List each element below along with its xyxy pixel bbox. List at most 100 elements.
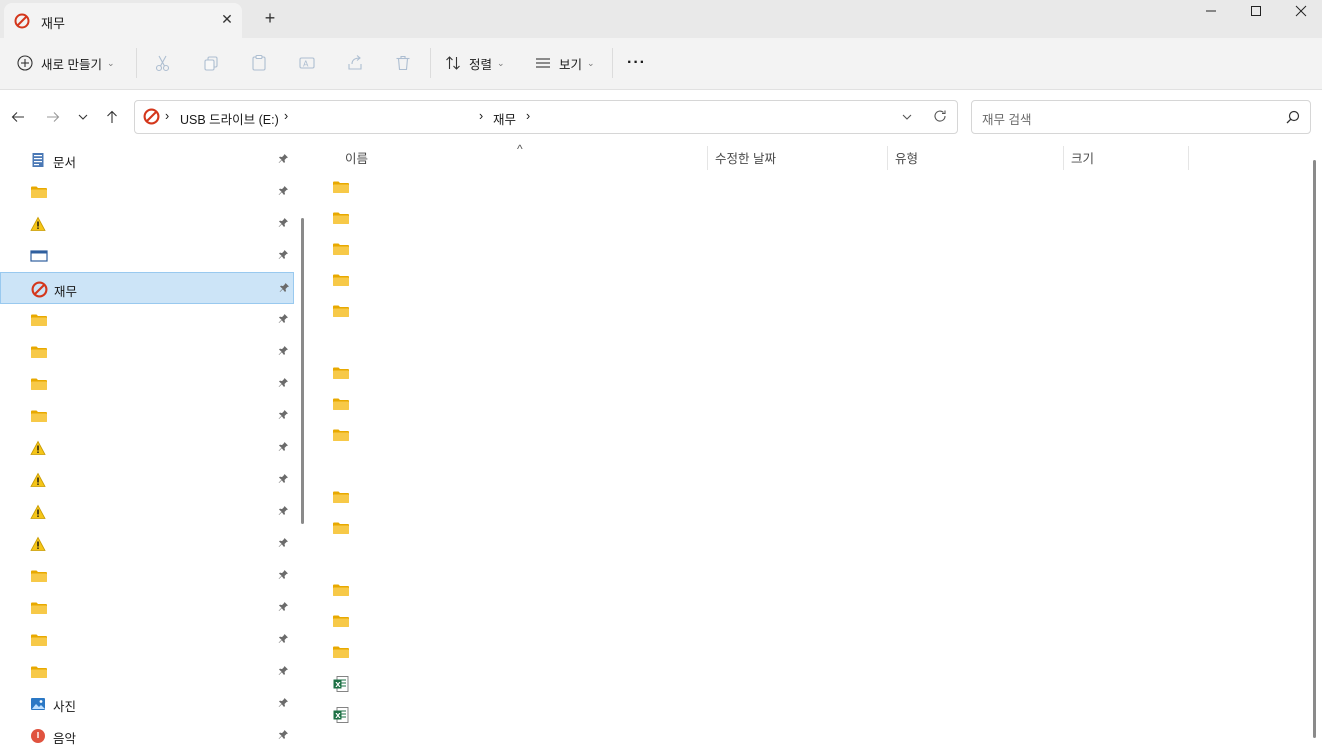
file-list-scrollbar[interactable] xyxy=(1313,160,1316,738)
file-row[interactable] xyxy=(332,396,352,416)
chevron-down-icon: ⌄ xyxy=(587,57,595,68)
file-row[interactable] xyxy=(332,303,352,323)
more-icon: ··· xyxy=(627,54,646,71)
pin-icon[interactable] xyxy=(278,185,289,199)
address-history-dropdown[interactable] xyxy=(901,111,913,126)
share-button[interactable] xyxy=(346,51,364,75)
pin-icon[interactable] xyxy=(279,282,290,296)
file-row[interactable] xyxy=(332,365,352,385)
new-tab-button[interactable]: + xyxy=(262,9,278,27)
pin-icon[interactable] xyxy=(278,537,289,551)
sidebar-item[interactable] xyxy=(0,624,294,656)
breadcrumb-separator-icon[interactable]: › xyxy=(284,109,288,123)
sidebar-item[interactable] xyxy=(0,208,294,240)
column-divider[interactable] xyxy=(1063,146,1064,170)
column-header-name[interactable]: 이름 xyxy=(345,148,368,167)
column-divider[interactable] xyxy=(1188,146,1189,170)
forward-button[interactable] xyxy=(43,107,63,127)
pin-icon[interactable] xyxy=(278,249,289,263)
pin-icon[interactable] xyxy=(278,473,289,487)
tab-active[interactable]: 재무 ✕ xyxy=(4,3,242,38)
pin-icon[interactable] xyxy=(278,345,289,359)
pin-icon[interactable] xyxy=(278,633,289,647)
file-row[interactable] xyxy=(332,210,352,230)
new-button[interactable]: 새로 만들기 ⌄ xyxy=(17,51,115,75)
breadcrumb-separator-icon[interactable]: › xyxy=(479,109,483,123)
column-header-type[interactable]: 유형 xyxy=(895,148,918,167)
sidebar-item[interactable] xyxy=(0,240,294,272)
pin-icon[interactable] xyxy=(278,729,289,743)
breadcrumb-usb-drive[interactable]: USB 드라이브 (E:) xyxy=(180,109,279,128)
sidebar-item[interactable]: 문서 xyxy=(0,144,294,176)
pin-icon[interactable] xyxy=(278,665,289,679)
breadcrumb-separator-icon[interactable]: › xyxy=(526,109,530,123)
paste-button[interactable] xyxy=(250,51,268,75)
file-row[interactable] xyxy=(332,427,352,447)
refresh-icon xyxy=(934,110,946,122)
column-divider[interactable] xyxy=(887,146,888,170)
pin-icon[interactable] xyxy=(278,697,289,711)
sidebar-item[interactable] xyxy=(0,368,294,400)
cut-button[interactable] xyxy=(154,51,172,75)
pin-icon[interactable] xyxy=(278,153,289,167)
minimize-button[interactable] xyxy=(1188,0,1234,22)
column-header-date-modified[interactable]: 수정한 날짜 xyxy=(715,148,776,167)
sidebar-item[interactable] xyxy=(0,176,294,208)
sidebar-item[interactable] xyxy=(0,656,294,688)
pin-icon[interactable] xyxy=(278,313,289,327)
sidebar-item[interactable] xyxy=(0,304,294,336)
toolbar-divider xyxy=(136,48,137,78)
column-header-size[interactable]: 크기 xyxy=(1071,148,1094,167)
file-row[interactable] xyxy=(332,179,352,199)
sidebar-item[interactable] xyxy=(0,560,294,592)
more-options-button[interactable]: ··· xyxy=(627,51,646,75)
file-row[interactable] xyxy=(332,520,352,540)
sidebar-item[interactable] xyxy=(0,336,294,368)
sidebar-item[interactable] xyxy=(0,496,294,528)
sidebar-item[interactable] xyxy=(0,528,294,560)
pin-icon[interactable] xyxy=(278,505,289,519)
file-row[interactable] xyxy=(332,613,352,633)
column-divider[interactable] xyxy=(707,146,708,170)
sidebar-item[interactable]: 음악 xyxy=(0,720,294,752)
close-window-button[interactable] xyxy=(1278,0,1322,22)
sidebar-item[interactable]: 재무 xyxy=(0,272,294,304)
file-row[interactable] xyxy=(332,582,352,602)
sidebar-item[interactable] xyxy=(0,592,294,624)
pin-icon[interactable] xyxy=(278,569,289,583)
file-row[interactable] xyxy=(332,272,352,292)
sidebar-item[interactable]: 사진 xyxy=(0,688,294,720)
file-row[interactable] xyxy=(332,241,352,261)
pin-icon[interactable] xyxy=(278,601,289,615)
sort-button[interactable]: 정렬 ⌄ xyxy=(445,51,505,75)
excel-file-icon: X xyxy=(332,707,350,727)
pin-icon[interactable] xyxy=(278,409,289,423)
address-bar[interactable]: › USB 드라이브 (E:) › › 재무 › xyxy=(134,100,958,134)
pin-icon[interactable] xyxy=(278,217,289,231)
pin-icon[interactable] xyxy=(278,377,289,391)
recent-locations-button[interactable] xyxy=(73,107,93,127)
sidebar-item[interactable] xyxy=(0,432,294,464)
breadcrumb-finance[interactable]: 재무 xyxy=(493,109,516,128)
file-row[interactable]: X xyxy=(332,675,352,695)
up-button[interactable] xyxy=(102,107,122,127)
navigation-pane-scrollbar[interactable] xyxy=(301,218,304,524)
search-icon[interactable] xyxy=(1286,110,1300,127)
chevron-down-icon xyxy=(902,114,912,120)
file-row[interactable] xyxy=(332,644,352,664)
arrow-right-icon xyxy=(47,112,60,122)
search-box[interactable]: 재무 검색 xyxy=(971,100,1311,134)
sidebar-item[interactable] xyxy=(0,464,294,496)
sidebar-item[interactable] xyxy=(0,400,294,432)
copy-button[interactable] xyxy=(202,51,220,75)
delete-button[interactable] xyxy=(394,51,412,75)
close-tab-button[interactable]: ✕ xyxy=(219,11,235,27)
rename-button[interactable]: A xyxy=(298,51,316,75)
file-row[interactable] xyxy=(332,489,352,509)
pin-icon[interactable] xyxy=(278,441,289,455)
back-button[interactable] xyxy=(8,107,28,127)
file-row[interactable]: X xyxy=(332,706,352,726)
refresh-button[interactable] xyxy=(933,109,947,126)
view-button[interactable]: 보기 ⌄ xyxy=(535,51,595,75)
maximize-button[interactable] xyxy=(1233,0,1279,22)
